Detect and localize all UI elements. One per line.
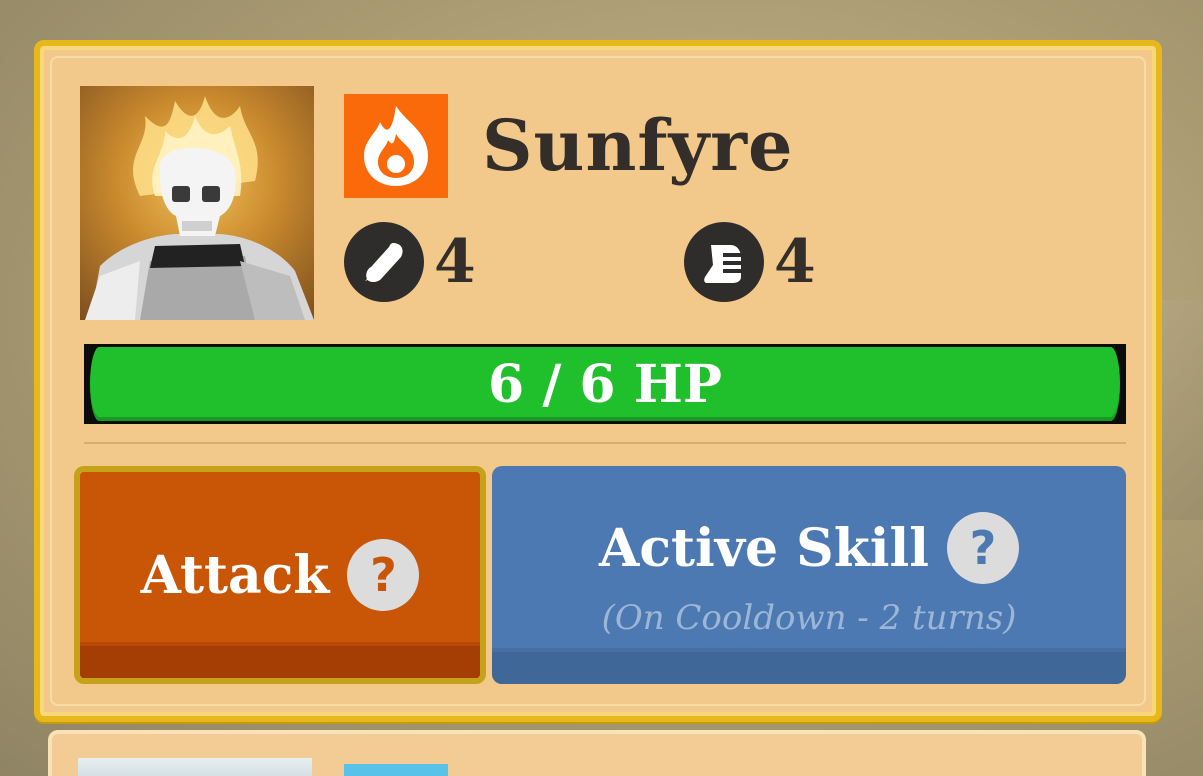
attack-button[interactable]: Attack ? — [74, 466, 486, 684]
hp-bar: 6 / 6 HP — [84, 344, 1126, 424]
attack-help-icon[interactable]: ? — [347, 539, 420, 611]
attack-stat: 4 — [344, 222, 476, 302]
next-unit-element-badge — [344, 764, 448, 776]
hp-text: 6 / 6 HP — [488, 353, 722, 415]
active-skill-button[interactable]: Active Skill ? (On Cooldown - 2 turns) — [492, 466, 1126, 684]
attack-icon — [344, 222, 424, 302]
unit-card[interactable]: Sunfyre 4 4 6 / 6 HP Attack ? Active Ski… — [34, 40, 1162, 722]
skill-button-base — [492, 648, 1126, 684]
active-skill-label: Active Skill — [598, 517, 930, 579]
cooldown-text: (On Cooldown - 2 turns) — [601, 598, 1017, 638]
fire-element-badge — [344, 94, 448, 198]
fire-icon — [364, 106, 428, 186]
attack-label: Attack — [140, 544, 330, 606]
attack-value: 4 — [434, 227, 476, 297]
next-unit-portrait — [78, 758, 312, 776]
speed-icon — [684, 222, 764, 302]
attack-button-base — [80, 642, 480, 678]
skill-help-icon[interactable]: ? — [947, 512, 1020, 584]
divider — [84, 442, 1126, 444]
skeleton-portrait-icon — [85, 96, 314, 320]
unit-portrait — [80, 86, 314, 320]
speed-value: 4 — [774, 227, 816, 297]
unit-name: Sunfyre — [482, 104, 794, 187]
speed-stat: 4 — [684, 222, 816, 302]
